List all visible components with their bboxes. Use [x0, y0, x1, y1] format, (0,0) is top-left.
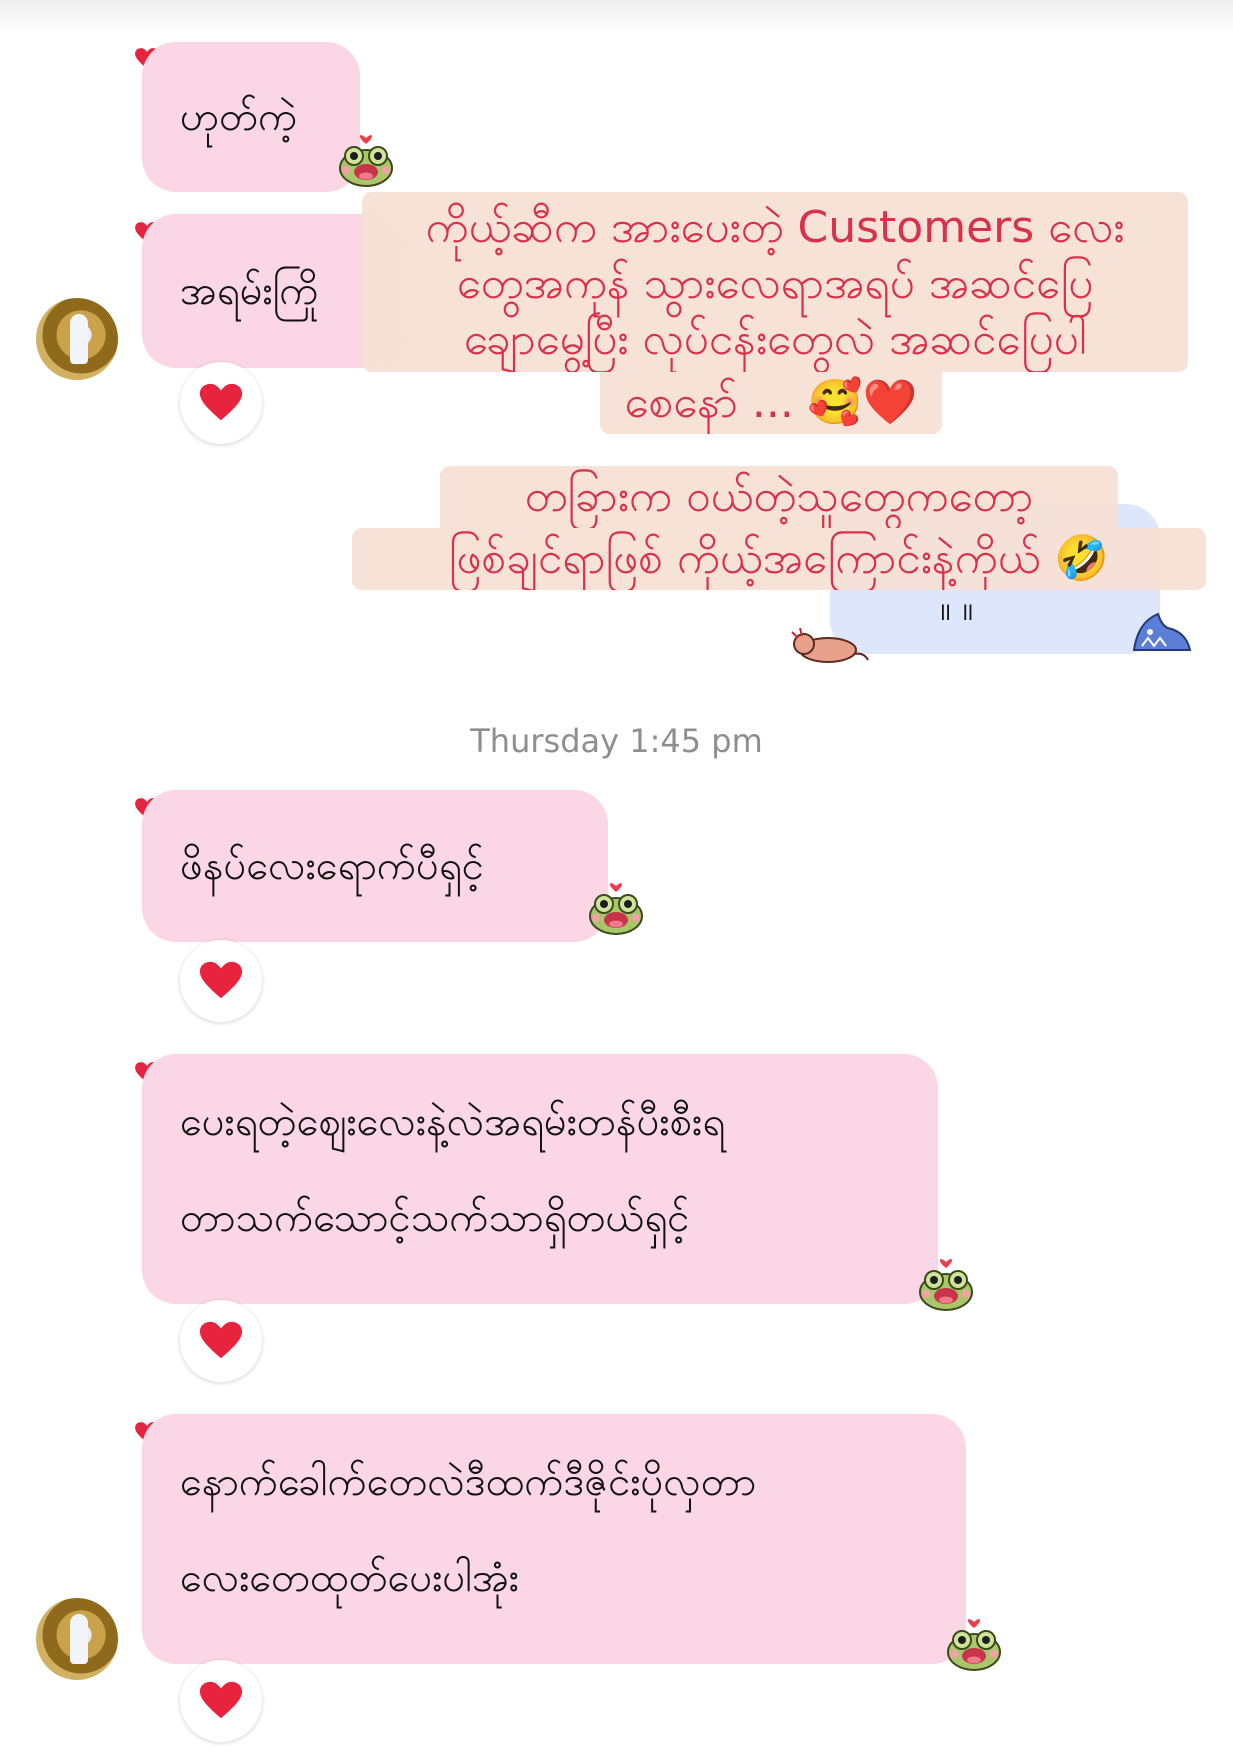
- message-bubble-3[interactable]: ဖိနပ်လေးရောက်ပီရှင့်: [142, 790, 608, 942]
- frog-sticker-icon: [947, 1619, 1001, 1671]
- reaction-heart[interactable]: [180, 1300, 262, 1382]
- frog-sticker-icon: [919, 1259, 973, 1311]
- shark-sticker-icon: [1132, 612, 1192, 651]
- caption-overlay-1-tail: စေနော် ... 🥰❤️: [600, 372, 942, 434]
- message-bubble-5[interactable]: နောက်ခေါက်တေလဲဒီထက်ဒီဇိုင်းပိုလှတာ လေးတေ…: [142, 1414, 966, 1664]
- avatar[interactable]: [36, 298, 118, 380]
- caption-line: ကိုယ့်ဆီက အားပေးတဲ့ Customers လေး: [425, 202, 1125, 253]
- caption-overlay-1: ကိုယ့်ဆီက အားပေးတဲ့ Customers လေး တွေအကု…: [362, 192, 1188, 372]
- top-fade: [0, 0, 1233, 36]
- caption-line: တွေအကုန် သွားလေရာအရပ် အဆင်ပြေ: [456, 258, 1094, 309]
- frog-sticker-icon: [339, 135, 393, 187]
- frog-sticker-icon: [589, 883, 643, 935]
- reaction-heart[interactable]: [180, 362, 262, 444]
- message-text-line: တာသက်သောင့်သက်သာရှိတယ်ရှင့်: [180, 1195, 690, 1241]
- caption-overlay-2-bottom: ဖြစ်ချင်ရာဖြစ် ကိုယ့်အကြောင်းနဲ့ကိုယ် 🤣: [352, 528, 1206, 590]
- message-text-line: ပေးရတဲ့ဈေးလေးနဲ့လဲအရမ်းတန်ပီးစီးရ: [180, 1099, 726, 1145]
- message-text-line: နောက်ခေါက်တေလဲဒီထက်ဒီဇိုင်းပိုလှတာ: [180, 1459, 757, 1505]
- timestamp-divider: Thursday 1:45 pm: [470, 722, 763, 760]
- reaction-heart[interactable]: [180, 940, 262, 1022]
- message-text: အရမ်းကြို: [180, 268, 319, 314]
- pig-sticker-icon: [791, 627, 869, 663]
- message-bubble-1[interactable]: ဟုတ်ကဲ့: [142, 42, 360, 192]
- caption-overlay-2: တခြားက ဝယ်တဲ့သူတွေကတော့: [440, 466, 1118, 528]
- red-heart-icon: [199, 383, 243, 421]
- reaction-heart[interactable]: [180, 1660, 262, 1742]
- caption-line: ချောမွေ့ပြီး လုပ်ငန်းတွေလဲ အဆင်ပြေပါ: [463, 314, 1087, 365]
- red-heart-icon: [199, 1321, 243, 1359]
- caption-line: တခြားက ဝယ်တဲ့သူတွေကတော့: [524, 471, 1034, 522]
- message-bubble-4[interactable]: ပေးရတဲ့ဈေးလေးနဲ့လဲအရမ်းတန်ပီးစီးရ တာသက်သ…: [142, 1054, 938, 1304]
- caption-line: စေနော် ... 🥰❤️: [624, 377, 918, 428]
- message-text: ဖိနပ်လေးရောက်ပီရှင့်: [180, 843, 484, 889]
- outgoing-message-text: ။ ။: [940, 588, 974, 629]
- message-text-line: လေးတေထုတ်ပေးပါအုံး: [180, 1555, 519, 1601]
- message-text: ဟုတ်ကဲ့: [180, 94, 298, 140]
- caption-line: ဖြစ်ချင်ရာဖြစ် ကိုယ့်အကြောင်းနဲ့ကိုယ် 🤣: [448, 533, 1110, 584]
- red-heart-icon: [199, 961, 243, 999]
- avatar[interactable]: [36, 1598, 118, 1680]
- red-heart-icon: [199, 1681, 243, 1719]
